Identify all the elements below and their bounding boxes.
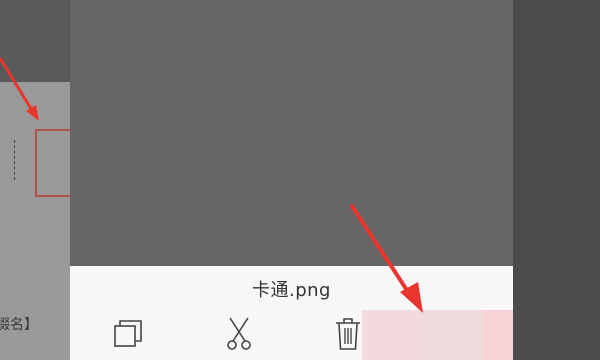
background-dashed-line: [14, 140, 18, 180]
background-header: [0, 0, 70, 82]
scissors-icon: [227, 317, 251, 350]
background-highlight-box: [35, 129, 70, 197]
copy-icon: [114, 320, 142, 347]
watermark-block: [422, 310, 482, 360]
trash-icon: [336, 318, 360, 350]
copy-button[interactable]: [110, 314, 146, 354]
delete-button[interactable]: [330, 314, 366, 354]
background-text: 缀名】: [0, 317, 38, 333]
background-page: 缀名】: [0, 0, 70, 360]
watermark-block: [482, 310, 513, 360]
file-name-label: 卡通.png: [252, 280, 331, 301]
background-right-margin: [513, 0, 600, 360]
cut-button[interactable]: [221, 314, 257, 354]
image-preview[interactable]: [70, 0, 513, 266]
